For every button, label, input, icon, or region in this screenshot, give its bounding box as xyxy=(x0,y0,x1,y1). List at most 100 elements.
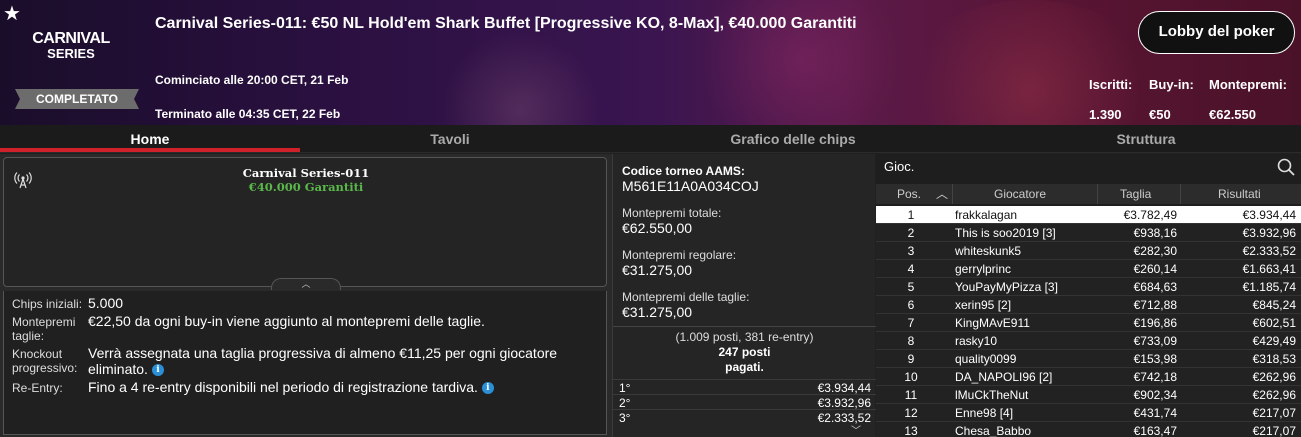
row-position: 5 xyxy=(907,280,915,294)
players-table-header: Pos. ︿ Giocatore Taglia Risultati xyxy=(876,184,1301,204)
row-bounty: €431,74 xyxy=(1133,406,1177,420)
row-result: €217,07 xyxy=(1252,424,1296,437)
ko-label-1: Knockout xyxy=(12,347,63,361)
row-position: 10 xyxy=(904,370,918,384)
row-result: €429,49 xyxy=(1252,334,1296,348)
tournament-info-panel: Carnival Series-011 €40.000 Garantiti ︿ … xyxy=(0,154,612,437)
row-result: €2.333,52 xyxy=(1242,244,1296,258)
table-row[interactable]: 3 whiteskunk5 €282,30 €2.333,52 xyxy=(876,242,1301,260)
table-row[interactable]: 2 This is soo2019 [3] €938,16 €3.932,96 xyxy=(876,224,1301,242)
row-bounty: €153,98 xyxy=(1133,352,1177,366)
favorite-star-icon[interactable]: ★ xyxy=(3,1,21,26)
entrants-label: Iscritti: xyxy=(1089,77,1133,92)
poker-lobby-button[interactable]: Lobby del poker xyxy=(1138,11,1295,54)
row-bounty: €712,88 xyxy=(1133,298,1177,312)
row-bounty: €196,86 xyxy=(1133,316,1177,330)
row-bounty: €902,34 xyxy=(1133,388,1177,402)
table-row[interactable]: 10 DA_NAPOLI96 [2] €742,18 €262,96 xyxy=(876,368,1301,386)
expand-chevron-down-icon[interactable]: ﹀ xyxy=(851,422,861,437)
collapse-chevron-up-icon[interactable]: ︿ xyxy=(271,278,341,290)
row-position: 8 xyxy=(907,334,915,348)
reentry-info-icon[interactable]: i xyxy=(481,382,494,395)
table-row[interactable]: 5 YouPayMyPizza [3] €684,63 €1.185,74 xyxy=(876,278,1301,296)
table-row[interactable]: 1 frakkalagan €3.782,49 €3.934,44 xyxy=(876,206,1301,224)
reentry-value: Fino a 4 re-entry disponibili nel period… xyxy=(88,379,478,395)
col-pos[interactable]: Pos. xyxy=(897,187,921,201)
end-time: Terminato alle 04:35 CET, 22 Feb xyxy=(155,107,341,121)
bounty-prize-label: Montepremi delle taglie: xyxy=(622,290,750,304)
info-title: Carnival Series-011 xyxy=(242,166,370,180)
tab-chip-chart[interactable]: Grafico delle chips xyxy=(643,125,943,153)
row-bounty: €282,30 xyxy=(1133,244,1177,258)
col-bounty[interactable]: Taglia xyxy=(1120,187,1151,201)
table-row[interactable]: 12 Enne98 [4] €431,74 €217,07 xyxy=(876,404,1301,422)
ko-value-1: Verrà assegnata una taglia progressiva d… xyxy=(88,345,558,361)
start-time: Cominciato alle 20:00 CET, 21 Feb xyxy=(155,73,349,87)
seats-line-2: 247 posti xyxy=(718,345,771,359)
table-row[interactable]: 4 gerrylprinc €260,14 €1.663,41 xyxy=(876,260,1301,278)
table-row[interactable]: 11 lMuCkTheNut €902,34 €262,96 xyxy=(876,386,1301,404)
row-player-name: rasky10 xyxy=(955,334,998,348)
tab-bar: Home Tavoli Grafico delle chips Struttur… xyxy=(0,125,1301,153)
tab-tables[interactable]: Tavoli xyxy=(300,125,600,153)
tournament-details: Chips iniziali: 5.000 Montepremi taglie:… xyxy=(3,291,607,435)
payout-place: 2° xyxy=(619,396,631,410)
row-position: 2 xyxy=(907,226,915,240)
players-table-body: 1 frakkalagan €3.782,49 €3.934,44 2 This is s… xyxy=(876,206,1301,437)
row-player-name: xerin95 [2] xyxy=(955,298,1012,312)
payout-place: 3° xyxy=(619,411,631,425)
seats-line-1: (1.009 posti, 381 re-entry) xyxy=(675,330,814,344)
tournament-lobby: ★ CARNIVAL SERIES COMPLETATO Carnival Se… xyxy=(0,0,1301,437)
row-player-name: lMuCkTheNut xyxy=(955,388,1029,402)
payout-amount: €3.934,44 xyxy=(817,381,871,395)
bounty-pool-label-1: Montepremi xyxy=(12,315,76,329)
chips-value: 5.000 xyxy=(88,295,124,311)
table-row[interactable]: 9 quality0099 €153,98 €318,53 xyxy=(876,350,1301,368)
regular-prize-label: Montepremi regolare: xyxy=(622,248,737,262)
table-row[interactable]: 6 xerin95 [2] €712,88 €845,24 xyxy=(876,296,1301,314)
row-result: €3.932,96 xyxy=(1242,226,1296,240)
col-results[interactable]: Risultati xyxy=(1218,187,1261,201)
payout-list: 1° €3.934,44 2° €3.932,96 3° €2.333,52 xyxy=(613,379,876,425)
table-row[interactable]: 13 Chesa_Babbo €163,47 €217,07 xyxy=(876,422,1301,437)
row-player-name: Chesa_Babbo xyxy=(955,424,1032,437)
bounty-pool-label-2: taglie: xyxy=(12,329,45,343)
row-position: 7 xyxy=(907,316,915,330)
reentry-value-line: Fino a 4 re-entry disponibili nel period… xyxy=(88,379,494,395)
tab-structure[interactable]: Struttura xyxy=(996,125,1296,153)
row-player-name: KingMAvE911 xyxy=(955,316,1030,330)
ko-label-2: progressivo: xyxy=(12,361,78,375)
payout-row: 1° €3.934,44 xyxy=(613,379,876,395)
info-banner: Carnival Series-011 €40.000 Garantiti ︿ xyxy=(3,157,607,290)
row-player-name: YouPayMyPizza [3] xyxy=(955,280,1058,294)
table-row[interactable]: 8 rasky10 €733,09 €429,49 xyxy=(876,332,1301,350)
row-player-name: frakkalagan xyxy=(955,208,1018,222)
entrants-value: 1.390 xyxy=(1089,107,1122,122)
row-player-name: This is soo2019 [3] xyxy=(955,226,1056,240)
row-bounty: €938,16 xyxy=(1133,226,1177,240)
payout-amount: €2.333,52 xyxy=(817,411,871,425)
row-position: 12 xyxy=(904,406,918,420)
status-badge: COMPLETATO xyxy=(15,89,139,109)
ko-value-2: eliminato. xyxy=(88,361,148,377)
aams-label: Codice torneo AAMS: xyxy=(622,164,745,178)
tournament-header: ★ CARNIVAL SERIES COMPLETATO Carnival Se… xyxy=(0,0,1301,125)
buyin-value: €50 xyxy=(1149,107,1171,122)
row-result: €845,24 xyxy=(1252,298,1296,312)
ko-info-icon[interactable]: i xyxy=(151,364,164,377)
row-bounty: €163,47 xyxy=(1133,424,1177,437)
divider xyxy=(613,326,876,327)
prizepool-value: €62.550 xyxy=(1209,107,1256,122)
prizepool-label: Montepremi: xyxy=(1209,77,1287,92)
payout-row: 2° €3.932,96 xyxy=(613,394,876,410)
col-player[interactable]: Giocatore xyxy=(994,187,1046,201)
table-row[interactable]: 7 KingMAvE911 €196,86 €602,51 xyxy=(876,314,1301,332)
row-result: €217,07 xyxy=(1252,406,1296,420)
row-result: €602,51 xyxy=(1252,316,1296,330)
row-result: €262,96 xyxy=(1252,388,1296,402)
bounty-pool-value: €22,50 da ogni buy-in viene aggiunto al … xyxy=(88,313,485,329)
sort-chevron-up-icon[interactable]: ︿ xyxy=(936,185,948,202)
row-bounty: €3.782,49 xyxy=(1123,208,1177,222)
search-icon[interactable] xyxy=(1277,158,1295,176)
seats-line-3: pagati. xyxy=(725,360,764,374)
